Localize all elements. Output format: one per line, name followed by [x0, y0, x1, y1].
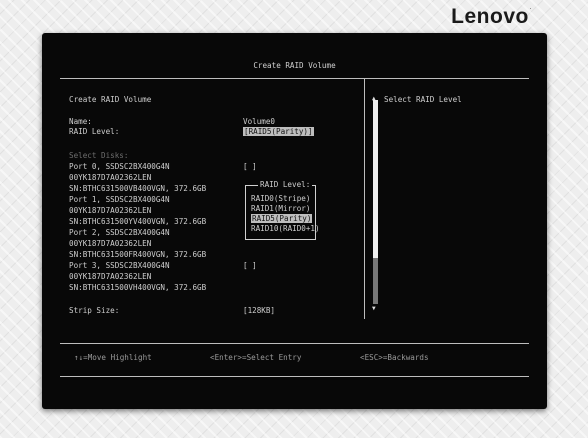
disk-1-line1[interactable]: Port 1, SSDSC2BX400G4N	[69, 195, 170, 204]
logo-text: Lenovo	[451, 5, 529, 28]
top-divider	[60, 78, 529, 79]
name-label: Name:	[69, 117, 92, 126]
disk-0-line3: SN:BTHC631500VB400VGN, 372.6GB	[69, 184, 207, 193]
raid-level-label: RAID Level:	[69, 127, 120, 136]
disk-1-line2: 00YK187D7A02362LEN	[69, 206, 152, 215]
strip-size-label: Strip Size:	[69, 306, 120, 315]
strip-size-select[interactable]: [128KB]	[243, 306, 275, 315]
raid-level-select[interactable]: [RAID5(Parity)]	[243, 127, 314, 136]
popup-option-raid5[interactable]: RAID5(Parity)	[251, 214, 313, 223]
scrollbar-thumb[interactable]	[373, 258, 378, 304]
popup-option-raid1[interactable]: RAID1(Mirror)	[251, 204, 310, 213]
disk-0-line2: 00YK187D7A02362LEN	[69, 173, 152, 182]
lenovo-logo: Lenovo.	[451, 5, 532, 29]
disk-0-line1[interactable]: Port 0, SSDSC2BX400G4N	[69, 162, 170, 171]
logo-mark: .	[529, 5, 532, 11]
disk-2-line3: SN:BTHC631500FR400VGN, 372.6GB	[69, 250, 207, 259]
disk-3-line1[interactable]: Port 3, SSDSC2BX400G4N	[69, 261, 170, 270]
raid-level-popup: RAID Level: RAID0(Stripe) RAID1(Mirror) …	[245, 180, 320, 240]
scroll-down-arrow-icon[interactable]: ▼	[372, 305, 376, 312]
vertical-divider	[364, 78, 365, 319]
disk-3-line3: SN:BTHC631500VH400VGN, 372.6GB	[69, 283, 207, 292]
disk-3-line2: 00YK187D7A02362LEN	[69, 272, 152, 281]
form-heading: Create RAID Volume	[69, 95, 152, 104]
scrollbar[interactable]	[373, 100, 378, 304]
footer-backwards: <ESC>=Backwards	[360, 353, 429, 362]
footer-move-highlight: ↑↓=Move Highlight	[74, 353, 152, 362]
disk-2-line2: 00YK187D7A02362LEN	[69, 239, 152, 248]
disk-0-checkbox[interactable]: [ ]	[243, 162, 257, 171]
popup-option-raid0[interactable]: RAID0(Stripe)	[251, 194, 310, 203]
disk-2-line1[interactable]: Port 2, SSDSC2BX400G4N	[69, 228, 170, 237]
disk-1-line3: SN:BTHC631500YV400VGN, 372.6GB	[69, 217, 207, 226]
select-disks-label: Select Disks:	[69, 151, 129, 160]
bios-screen: Create RAID Volume Create RAID Volume Na…	[42, 33, 547, 409]
footer-top-divider	[60, 343, 529, 344]
help-text: Select RAID Level	[384, 95, 462, 104]
page-title: Create RAID Volume	[253, 61, 336, 70]
disk-3-checkbox[interactable]: [ ]	[243, 261, 257, 270]
popup-option-raid10[interactable]: RAID10(RAID0+1)	[251, 224, 320, 233]
name-field[interactable]: Volume0	[243, 117, 275, 126]
popup-title: RAID Level:	[258, 180, 313, 189]
footer-select-entry: <Enter>=Select Entry	[210, 353, 302, 362]
footer-bottom-divider	[60, 376, 529, 377]
